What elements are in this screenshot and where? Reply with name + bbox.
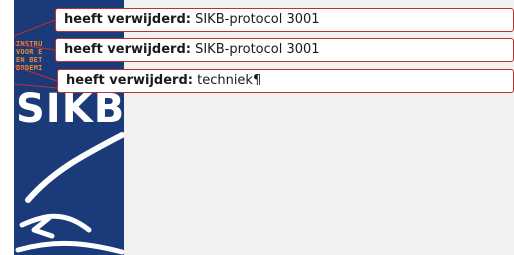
revision-balloon[interactable]: heeft verwijderd: SIKB-protocol 3001 [55, 38, 514, 62]
connector-line [13, 19, 56, 37]
revision-balloon[interactable]: heeft verwijderd: SIKB-protocol 3001 [55, 8, 514, 32]
revision-type-label: heeft verwijderd: [64, 42, 191, 57]
revision-text: SIKB-protocol 3001 [195, 42, 320, 57]
connector-line [13, 83, 58, 89]
revision-type-label: heeft verwijderd: [64, 12, 191, 27]
document-page: INSTRU VOOR E EN BET BODEMI SIKB heeft v… [0, 0, 514, 255]
revision-text: techniek¶ [197, 73, 262, 88]
revision-type-label: heeft verwijderd: [66, 73, 193, 88]
connector-line [13, 65, 58, 82]
revision-balloon[interactable]: heeft verwijderd: techniek¶ [57, 69, 514, 93]
revision-text: SIKB-protocol 3001 [195, 12, 320, 27]
connector-line [13, 43, 56, 51]
